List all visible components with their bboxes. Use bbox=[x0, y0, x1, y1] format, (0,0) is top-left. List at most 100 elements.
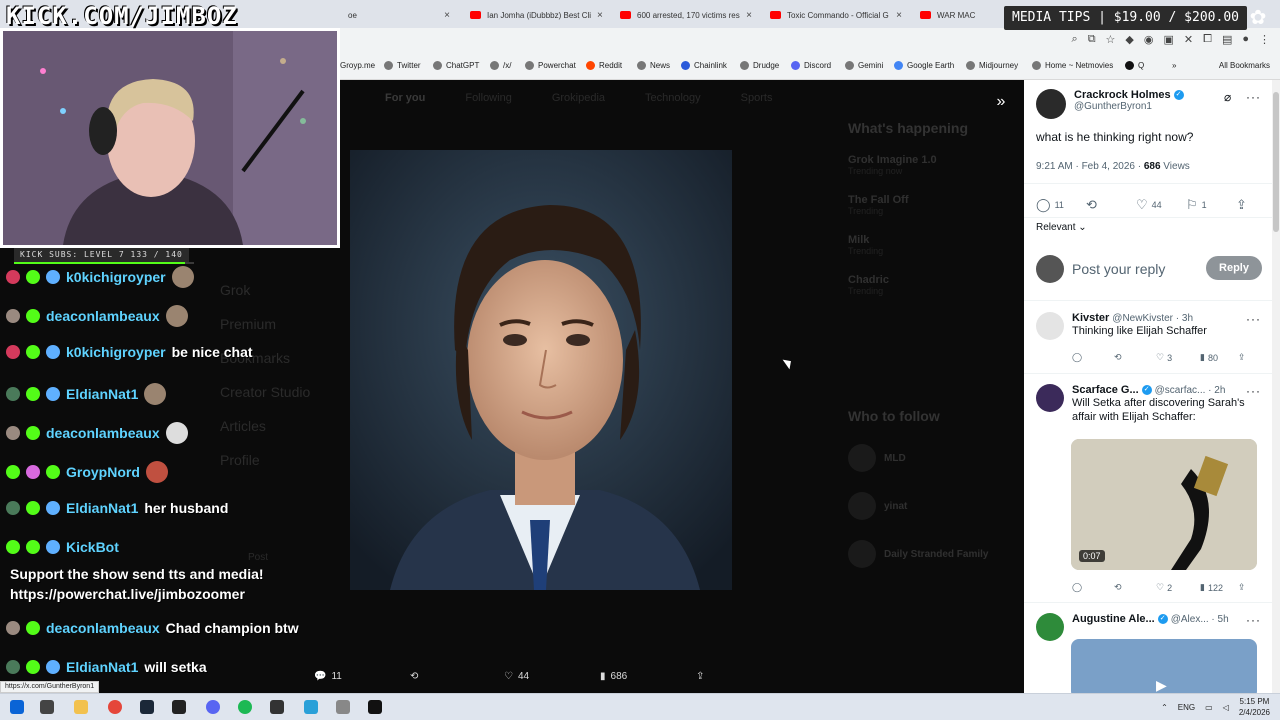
avatar[interactable] bbox=[1036, 613, 1064, 641]
tab-close-icon[interactable]: × bbox=[444, 10, 450, 21]
bookmarks-overflow-icon[interactable]: » bbox=[1172, 61, 1176, 70]
repost-action[interactable]: ⟲ bbox=[1114, 352, 1122, 363]
steam-icon[interactable] bbox=[140, 700, 154, 714]
views-action[interactable]: ▮ 122 bbox=[1200, 582, 1223, 593]
tab-sports[interactable]: Sports bbox=[741, 92, 773, 104]
like-action[interactable]: ♡ 44 bbox=[504, 671, 529, 682]
extension-icon[interactable]: ◆ bbox=[1125, 33, 1133, 46]
share-action[interactable]: ⇪ bbox=[1238, 352, 1246, 363]
terminal-icon[interactable] bbox=[172, 700, 186, 714]
star-icon[interactable]: ☆ bbox=[1106, 33, 1116, 46]
tab-close-icon[interactable]: × bbox=[746, 10, 752, 21]
chrome-icon[interactable] bbox=[108, 700, 122, 714]
discord-icon[interactable] bbox=[206, 700, 220, 714]
reply-button[interactable]: Reply bbox=[1206, 256, 1262, 280]
avatar[interactable] bbox=[1036, 384, 1064, 412]
reply-item[interactable]: Scarface G... ✓ @scarfac... · 2h Will Set… bbox=[1036, 384, 1262, 424]
browser-tab[interactable]: oe × bbox=[340, 4, 458, 26]
trend-item[interactable]: Chadric Trending bbox=[848, 274, 1018, 296]
trend-item[interactable]: The Fall Off Trending bbox=[848, 194, 1018, 216]
post-author[interactable]: Crackrock Holmes ✓ @GuntherByron1 bbox=[1036, 89, 1184, 119]
all-bookmarks[interactable]: All Bookmarks bbox=[1219, 61, 1270, 70]
bookmark[interactable]: Powerchat bbox=[525, 61, 576, 70]
bookmark[interactable]: News bbox=[637, 61, 670, 70]
bookmark[interactable]: Midjourney bbox=[966, 61, 1018, 70]
reply-action[interactable]: ◯ bbox=[1072, 352, 1082, 363]
bookmark[interactable]: Reddit bbox=[586, 61, 622, 70]
profile-icon[interactable]: ● bbox=[1242, 33, 1249, 46]
menu-icon[interactable]: ⋮ bbox=[1259, 33, 1270, 46]
reply-video[interactable]: 0:07 bbox=[1071, 439, 1257, 570]
extension-icon[interactable]: ◉ bbox=[1144, 33, 1154, 46]
avatar[interactable] bbox=[1036, 312, 1064, 340]
repost-action[interactable]: ⟲ bbox=[410, 671, 418, 682]
share-action[interactable]: ⇪ bbox=[1236, 197, 1247, 213]
extensions-puzzle-icon[interactable]: ⧠ bbox=[1203, 33, 1212, 46]
browser-tab[interactable]: Ian Jomha (iDubbbz) Best Cli × bbox=[462, 4, 610, 26]
reply-input[interactable]: Post your reply bbox=[1072, 261, 1165, 277]
share-action[interactable]: ⇪ bbox=[696, 671, 704, 682]
follow-suggestion[interactable]: Daily Stranded Family bbox=[848, 540, 988, 568]
tab-grokipedia[interactable]: Grokipedia bbox=[552, 92, 605, 104]
bookmark[interactable]: Drudge bbox=[740, 61, 779, 70]
more-options-icon[interactable]: ··· bbox=[1246, 312, 1261, 326]
share-action[interactable]: ⇪ bbox=[1238, 582, 1246, 593]
install-icon[interactable]: ⧉ bbox=[1088, 33, 1096, 46]
sort-dropdown[interactable]: Relevant ⌄ bbox=[1036, 222, 1087, 233]
repost-action[interactable]: ⟲ bbox=[1086, 197, 1097, 213]
reply-action[interactable]: ◯ 11 bbox=[1036, 197, 1064, 213]
more-options-icon[interactable]: ··· bbox=[1246, 384, 1261, 398]
reply-video[interactable]: ▶ bbox=[1071, 639, 1257, 693]
volume-icon[interactable]: ◁ bbox=[1223, 703, 1229, 712]
task-view-icon[interactable] bbox=[40, 700, 54, 714]
reply-action[interactable]: 💬 11 bbox=[314, 671, 342, 682]
language-indicator[interactable]: ENG bbox=[1178, 703, 1195, 712]
browser-tab[interactable]: 600 arrested, 170 victims res × bbox=[612, 4, 760, 26]
follow-suggestion[interactable]: yinat bbox=[848, 492, 907, 520]
reply-item[interactable]: Kivster @NewKivster · 3h Thinking like E… bbox=[1036, 312, 1262, 340]
extension-icon[interactable]: ✕ bbox=[1184, 33, 1193, 46]
tab-technology[interactable]: Technology bbox=[645, 92, 701, 104]
telegram-icon[interactable] bbox=[304, 700, 318, 714]
bookmark[interactable]: /x/ bbox=[490, 61, 511, 70]
sidenav-profile[interactable]: Profile bbox=[220, 452, 310, 468]
post-button[interactable]: Post bbox=[248, 552, 268, 563]
bookmark[interactable]: Groyp.me bbox=[340, 61, 375, 70]
zoom-icon[interactable]: ⌕ bbox=[1072, 33, 1078, 46]
tab-for-you[interactable]: For you bbox=[385, 92, 425, 104]
follow-suggestion[interactable]: MLD bbox=[848, 444, 906, 472]
app-icon[interactable] bbox=[270, 700, 284, 714]
tab-close-icon[interactable]: × bbox=[896, 10, 902, 21]
bookmark[interactable]: Q bbox=[1125, 61, 1144, 70]
windows-start-icon[interactable] bbox=[10, 700, 24, 714]
reply-item[interactable]: Augustine Ale... ✓ @Alex... · 5h bbox=[1036, 613, 1262, 641]
avatar[interactable] bbox=[1036, 89, 1066, 119]
bookmark[interactable]: ChatGPT bbox=[433, 61, 479, 70]
trend-item[interactable]: Grok Imagine 1.0 Trending now bbox=[848, 154, 1018, 176]
bookmark-action[interactable]: ⚐ 1 bbox=[1186, 197, 1207, 213]
extension-icon[interactable]: ▣ bbox=[1164, 33, 1174, 46]
more-options-icon[interactable]: ··· bbox=[1246, 613, 1261, 627]
capcut-icon[interactable] bbox=[368, 700, 382, 714]
bookmark[interactable]: Discord bbox=[791, 61, 831, 70]
sidepanel-icon[interactable]: ▤ bbox=[1222, 33, 1232, 46]
sidenav-creator-studio[interactable]: Creator Studio bbox=[220, 384, 310, 400]
tab-following[interactable]: Following bbox=[465, 92, 511, 104]
repost-action[interactable]: ⟲ bbox=[1114, 582, 1122, 593]
scrollbar-thumb[interactable] bbox=[1273, 92, 1279, 232]
app-icon[interactable] bbox=[336, 700, 350, 714]
sidenav-grok[interactable]: Grok bbox=[220, 282, 310, 298]
bookmark[interactable]: Home ~ Netmovies bbox=[1032, 61, 1113, 70]
tab-close-icon[interactable]: × bbox=[597, 10, 603, 21]
like-action[interactable]: ♡ 3 bbox=[1156, 352, 1172, 363]
more-options-icon[interactable]: ··· bbox=[1246, 90, 1261, 104]
bookmark[interactable]: Chainlink bbox=[681, 61, 727, 70]
spotify-icon[interactable] bbox=[238, 700, 252, 714]
bookmark[interactable]: Google Earth bbox=[894, 61, 954, 70]
grok-icon[interactable]: ⌀ bbox=[1224, 90, 1231, 104]
tray-overflow-icon[interactable]: ⌃ bbox=[1161, 703, 1168, 712]
network-icon[interactable]: ▭ bbox=[1205, 703, 1213, 712]
collapse-panel-icon[interactable]: » bbox=[991, 92, 1011, 112]
like-action[interactable]: ♡ 44 bbox=[1136, 197, 1162, 213]
views-action[interactable]: ▮ 686 bbox=[600, 671, 627, 682]
